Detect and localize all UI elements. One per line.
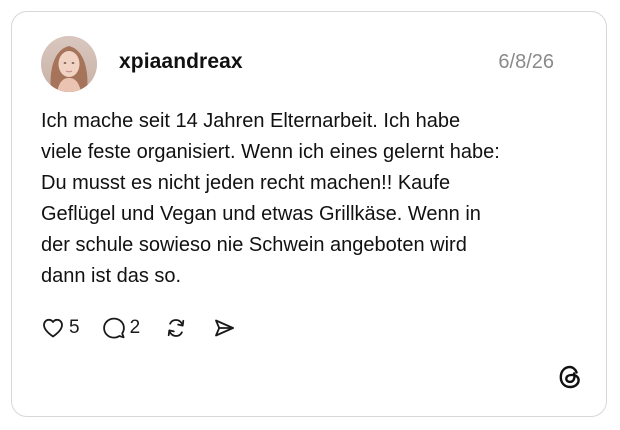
post-text-line: viele feste organisiert. Wenn ich eines …: [41, 141, 500, 163]
avatar[interactable]: [41, 36, 97, 92]
repost-icon: [167, 319, 185, 337]
reply-button[interactable]: 2: [102, 316, 141, 340]
username[interactable]: xpiaandreax: [119, 50, 243, 74]
post-text-line: Du musst es nicht jeden recht machen!! K…: [41, 172, 451, 194]
post-text: Ich mache seit 14 Jahren Elternarbeit. I…: [41, 106, 581, 292]
share-button[interactable]: [212, 316, 236, 340]
send-icon: [215, 319, 235, 337]
post-text-line: Ich mache seit 14 Jahren Elternarbeit. I…: [41, 110, 461, 132]
heart-icon: [43, 318, 63, 338]
threads-logo-icon[interactable]: [556, 363, 584, 391]
like-count: 5: [69, 317, 80, 338]
repost-button[interactable]: [164, 316, 188, 340]
post-text-line: Geflügel und Vegan und etwas Grillkäse. …: [41, 203, 481, 225]
avatar-image: [41, 36, 97, 92]
post-date: 6/8/26: [498, 51, 554, 73]
reply-count: 2: [129, 317, 141, 338]
action-bar: 5 2: [41, 313, 236, 343]
like-button[interactable]: 5: [41, 316, 80, 340]
speech-bubble-icon: [102, 317, 125, 339]
post-text-line: der schule sowieso nie Schwein angeboten…: [41, 234, 467, 256]
threads-logo-graphic: [559, 365, 580, 389]
post-text-line: dann ist das so.: [41, 265, 182, 287]
